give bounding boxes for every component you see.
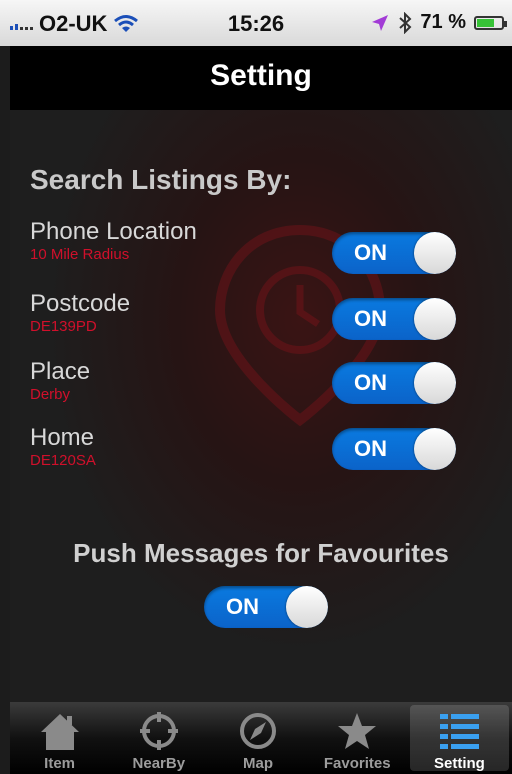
toggle-state-label: ON bbox=[226, 594, 259, 619]
setting-value: DE139PD bbox=[30, 318, 97, 335]
setting-label: Place bbox=[30, 358, 91, 385]
toggle-knob bbox=[286, 586, 328, 628]
setting-label: Phone Location bbox=[30, 218, 197, 245]
setting-row-phone-location: Phone Location 10 Mile Radius ON bbox=[30, 218, 470, 278]
status-bar: O2-UK 15:26 71 % bbox=[0, 0, 512, 46]
tab-label: Favorites bbox=[323, 755, 391, 772]
setting-row-postcode: Postcode DE139PD ON bbox=[30, 290, 470, 350]
navigation-bar: Setting bbox=[10, 46, 512, 110]
setting-value: Derby bbox=[30, 386, 71, 403]
toggle-knob bbox=[414, 428, 456, 470]
home-toggle[interactable]: ON bbox=[332, 428, 456, 470]
phone-location-toggle[interactable]: ON bbox=[332, 232, 456, 274]
house-icon bbox=[40, 714, 79, 750]
postcode-toggle[interactable]: ON bbox=[332, 298, 456, 340]
tab-setting[interactable]: Setting bbox=[409, 705, 510, 772]
tab-map[interactable]: Map bbox=[208, 702, 307, 774]
crosshair-icon bbox=[139, 712, 178, 750]
tab-item[interactable]: Item bbox=[10, 702, 109, 774]
toggle-state-label: ON bbox=[354, 370, 387, 395]
bluetooth-icon bbox=[399, 11, 412, 34]
list-icon bbox=[440, 714, 480, 749]
push-messages-toggle[interactable]: ON bbox=[204, 586, 328, 628]
star-icon bbox=[338, 713, 377, 749]
battery-icon bbox=[474, 15, 507, 30]
tab-label: Item bbox=[44, 755, 76, 772]
toggle-knob bbox=[414, 362, 456, 404]
toggle-knob bbox=[414, 298, 456, 340]
toggle-state-label: ON bbox=[354, 240, 387, 265]
setting-label: Postcode bbox=[30, 290, 131, 317]
tab-nearby[interactable]: NearBy bbox=[109, 702, 208, 774]
toggle-knob bbox=[414, 232, 456, 274]
tab-favorites[interactable]: Favorites bbox=[308, 702, 407, 774]
tab-label: NearBy bbox=[132, 755, 186, 772]
status-bar-right: 71 % bbox=[370, 11, 507, 34]
tab-label: Setting bbox=[433, 755, 485, 772]
compass-icon bbox=[240, 713, 276, 749]
toggle-state-label: ON bbox=[354, 306, 387, 331]
page-title: Setting bbox=[210, 59, 312, 92]
place-toggle[interactable]: ON bbox=[332, 362, 456, 404]
settings-content: Search Listings By: Phone Location 10 Mi… bbox=[10, 110, 512, 702]
location-arrow-icon bbox=[372, 14, 389, 31]
settings-screen: O2-UK 15:26 71 % Setting Search Listings… bbox=[0, 0, 512, 774]
setting-row-home: Home DE120SA ON bbox=[30, 424, 470, 484]
push-messages-title: Push Messages for Favourites bbox=[73, 538, 449, 568]
tab-bar: Item NearBy Map Favorites Setting bbox=[10, 702, 512, 774]
setting-row-place: Place Derby ON bbox=[30, 358, 470, 418]
setting-value: 10 Mile Radius bbox=[30, 246, 130, 263]
toggle-state-label: ON bbox=[354, 436, 387, 461]
setting-label: Home bbox=[30, 424, 95, 451]
tab-label: Map bbox=[243, 755, 273, 772]
battery-fill bbox=[477, 18, 495, 27]
search-listings-title: Search Listings By: bbox=[30, 164, 292, 195]
battery-percent: 71 % bbox=[420, 11, 466, 33]
setting-value: DE120SA bbox=[30, 452, 96, 469]
